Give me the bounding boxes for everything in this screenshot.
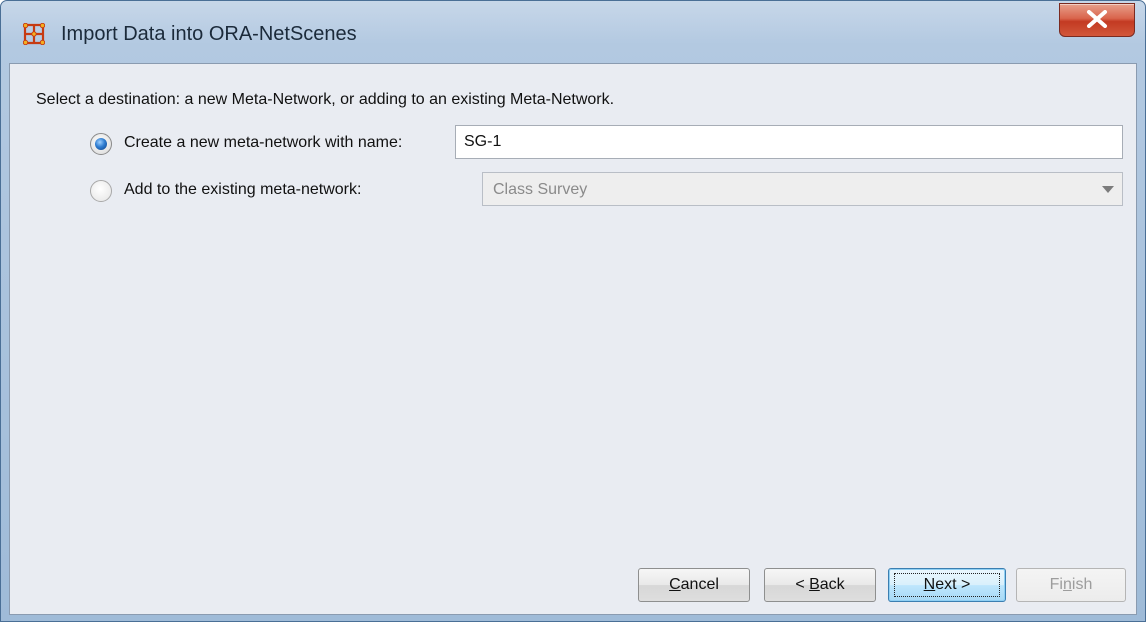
finish-mnemonic: n [1062, 576, 1072, 593]
instruction-text: Select a destination: a new Meta-Network… [36, 91, 615, 108]
focus-ring [894, 573, 1000, 597]
existing-network-radio[interactable] [90, 180, 112, 202]
new-network-radio[interactable] [90, 133, 112, 155]
finish-label-rest: ish [1071, 576, 1093, 593]
finish-prefix: Fi [1049, 576, 1063, 593]
back-label-rest: ack [819, 576, 845, 593]
existing-network-value: Class Survey [493, 181, 588, 198]
next-button[interactable]: Next > [888, 568, 1006, 602]
title-bar[interactable]: Import Data into ORA-NetScenes [1, 1, 1145, 63]
new-network-option[interactable]: Create a new meta-network with name: [90, 125, 460, 159]
dialog-content: Select a destination: a new Meta-Network… [9, 63, 1137, 615]
finish-button: Finish [1016, 568, 1126, 602]
existing-network-label[interactable]: Add to the existing meta-network: [124, 181, 361, 199]
close-icon [1087, 10, 1107, 28]
cancel-mnemonic: C [669, 576, 681, 593]
back-button[interactable]: < Back [764, 568, 876, 602]
back-mnemonic: B [809, 576, 820, 593]
existing-network-select[interactable]: Class Survey [482, 172, 1123, 206]
network-name-input[interactable] [455, 125, 1123, 159]
chevron-down-icon [1102, 186, 1114, 193]
close-button[interactable] [1059, 3, 1135, 37]
window-title: Import Data into ORA-NetScenes [61, 23, 357, 45]
cancel-button[interactable]: Cancel [638, 568, 750, 602]
cancel-label-rest: ancel [680, 576, 719, 593]
existing-network-option[interactable]: Add to the existing meta-network: [90, 172, 460, 206]
import-dialog-window: Import Data into ORA-NetScenes Select a … [0, 0, 1146, 622]
ora-network-icon [22, 22, 46, 46]
new-network-label[interactable]: Create a new meta-network with name: [124, 134, 402, 152]
back-prefix: < [795, 576, 810, 593]
